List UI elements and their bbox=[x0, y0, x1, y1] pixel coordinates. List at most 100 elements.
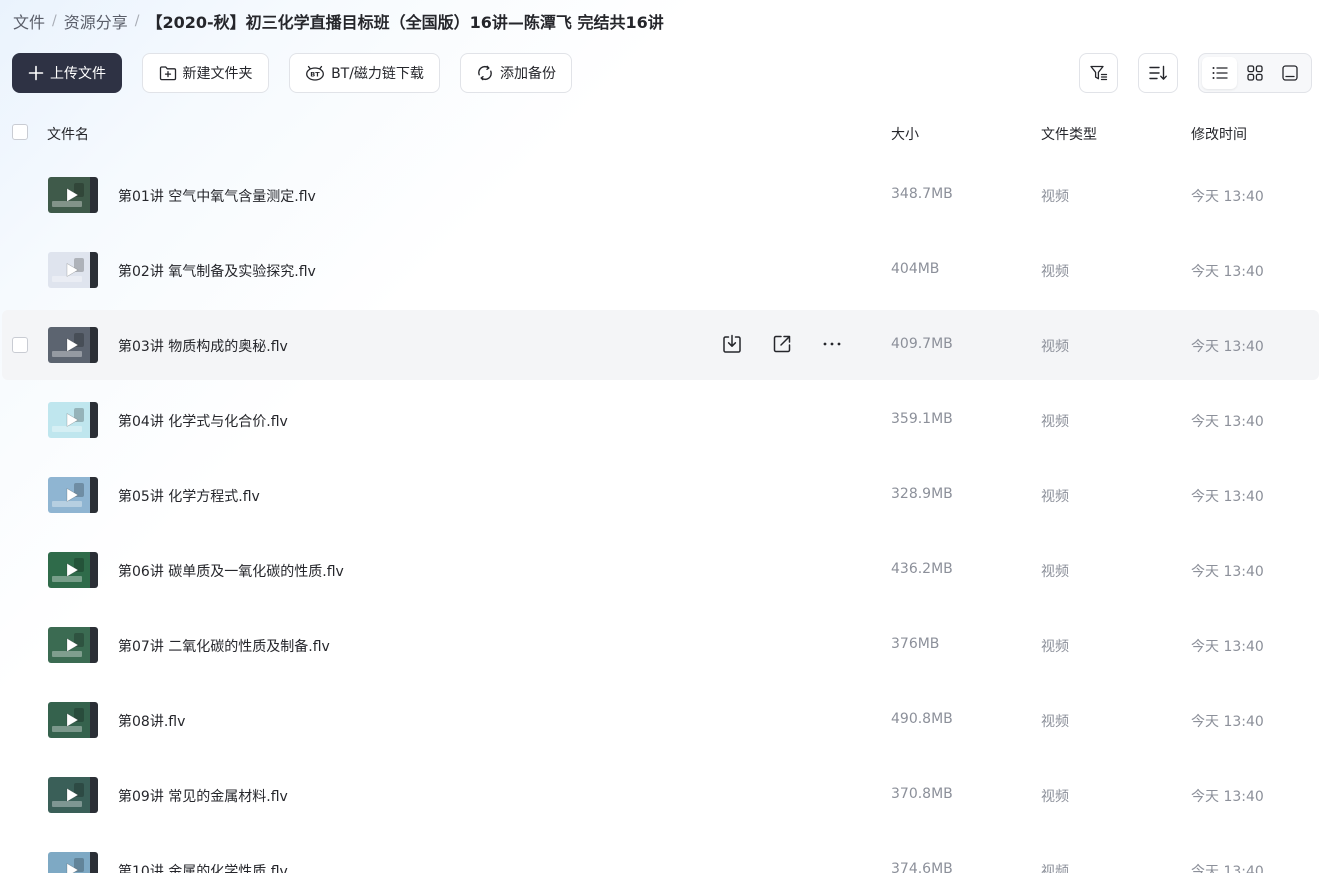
select-all-checkbox[interactable] bbox=[12, 124, 28, 140]
play-icon bbox=[62, 486, 82, 504]
file-row[interactable]: 第03讲 物质构成的奥秘.flv 409.7MB 视频 今天 13:40 bbox=[0, 308, 1319, 383]
svg-text:BT: BT bbox=[310, 71, 320, 79]
file-row[interactable]: 第08讲.flv 490.8MB 视频 今天 13:40 bbox=[0, 683, 1319, 758]
sync-icon bbox=[478, 65, 492, 81]
more-icon bbox=[823, 342, 841, 346]
file-name[interactable]: 第01讲 空气中氧气含量测定.flv bbox=[118, 186, 316, 206]
file-modified-time: 今天 13:40 bbox=[1191, 564, 1264, 580]
video-thumbnail[interactable] bbox=[48, 552, 98, 588]
file-table-header: 文件名 大小 文件类型 修改时间 bbox=[0, 116, 1319, 150]
file-name[interactable]: 第02讲 氧气制备及实验探究.flv bbox=[118, 261, 316, 281]
file-type: 视频 bbox=[1041, 264, 1069, 280]
file-name[interactable]: 第07讲 二氧化碳的性质及制备.flv bbox=[118, 636, 330, 656]
download-button[interactable] bbox=[720, 332, 744, 356]
video-thumbnail[interactable] bbox=[48, 702, 98, 738]
plus-icon bbox=[28, 65, 44, 81]
file-row[interactable]: 第09讲 常见的金属材料.flv 370.8MB 视频 今天 13:40 bbox=[0, 758, 1319, 833]
file-size: 359.1MB bbox=[891, 411, 953, 427]
file-row[interactable]: 第05讲 化学方程式.flv 328.9MB 视频 今天 13:40 bbox=[0, 458, 1319, 533]
file-modified-time: 今天 13:40 bbox=[1191, 414, 1264, 430]
column-header-modified[interactable]: 修改时间 bbox=[1191, 124, 1247, 144]
thumbnail-sidebar bbox=[90, 852, 98, 873]
file-name[interactable]: 第10讲 金属的化学性质.flv bbox=[118, 861, 288, 873]
file-size: 404MB bbox=[891, 261, 940, 277]
view-mode-switch bbox=[1198, 53, 1312, 93]
file-type: 视频 bbox=[1041, 639, 1069, 655]
video-thumbnail[interactable] bbox=[48, 777, 98, 813]
file-name[interactable]: 第05讲 化学方程式.flv bbox=[118, 486, 260, 506]
file-type: 视频 bbox=[1041, 339, 1069, 355]
filter-button[interactable] bbox=[1079, 53, 1118, 93]
new-folder-button[interactable]: 新建文件夹 bbox=[142, 53, 269, 93]
sort-button[interactable] bbox=[1138, 53, 1178, 93]
play-icon bbox=[62, 561, 82, 579]
video-thumbnail[interactable] bbox=[48, 177, 98, 213]
breadcrumb-separator: / bbox=[134, 13, 140, 29]
row-checkbox[interactable] bbox=[12, 337, 28, 353]
list-view-icon bbox=[1212, 67, 1228, 79]
breadcrumb-separator: / bbox=[52, 13, 57, 29]
column-header-type[interactable]: 文件类型 bbox=[1041, 124, 1097, 144]
file-row[interactable]: 第02讲 氧气制备及实验探究.flv 404MB 视频 今天 13:40 bbox=[0, 233, 1319, 308]
file-name[interactable]: 第04讲 化学式与化合价.flv bbox=[118, 411, 288, 431]
preview-view-option[interactable] bbox=[1273, 57, 1308, 89]
play-icon bbox=[62, 861, 82, 873]
file-size: 376MB bbox=[891, 636, 940, 652]
file-type: 视频 bbox=[1041, 414, 1069, 430]
preview-view-icon bbox=[1282, 65, 1298, 81]
file-type: 视频 bbox=[1041, 714, 1069, 730]
filter-icon bbox=[1089, 65, 1107, 81]
file-modified-time: 今天 13:40 bbox=[1191, 789, 1264, 805]
file-size: 328.9MB bbox=[891, 486, 953, 502]
thumbnail-sidebar bbox=[90, 552, 98, 588]
thumbnail-sidebar bbox=[90, 477, 98, 513]
breadcrumb-item-files[interactable]: 文件 bbox=[13, 9, 45, 33]
add-backup-label: 添加备份 bbox=[500, 66, 556, 82]
file-name[interactable]: 第03讲 物质构成的奥秘.flv bbox=[118, 336, 288, 356]
folder-plus-icon bbox=[159, 66, 176, 81]
breadcrumb-item-shared[interactable]: 资源分享 bbox=[64, 9, 128, 33]
file-size: 409.7MB bbox=[891, 336, 953, 352]
bt-icon: BT bbox=[306, 65, 325, 81]
file-row[interactable]: 第01讲 空气中氧气含量测定.flv 348.7MB 视频 今天 13:40 bbox=[0, 158, 1319, 233]
video-thumbnail[interactable] bbox=[48, 252, 98, 288]
more-options-button[interactable] bbox=[820, 332, 844, 356]
file-type: 视频 bbox=[1041, 564, 1069, 580]
video-thumbnail[interactable] bbox=[48, 402, 98, 438]
video-thumbnail[interactable] bbox=[48, 327, 98, 363]
play-icon bbox=[62, 411, 82, 429]
column-header-name[interactable]: 文件名 bbox=[47, 124, 89, 144]
breadcrumb: 文件 / 资源分享 / 【2020-秋】初三化学直播目标班（全国版）16讲—陈潭… bbox=[13, 8, 664, 34]
share-button[interactable] bbox=[770, 332, 794, 356]
file-list: 第01讲 空气中氧气含量测定.flv 348.7MB 视频 今天 13:40 第02讲 … bbox=[0, 158, 1319, 873]
video-thumbnail[interactable] bbox=[48, 852, 98, 873]
file-row[interactable]: 第06讲 碳单质及一氧化碳的性质.flv 436.2MB 视频 今天 13:40 bbox=[0, 533, 1319, 608]
file-name[interactable]: 第09讲 常见的金属材料.flv bbox=[118, 786, 288, 806]
new-folder-label: 新建文件夹 bbox=[182, 66, 253, 82]
grid-view-option[interactable] bbox=[1237, 57, 1272, 89]
file-size: 436.2MB bbox=[891, 561, 953, 577]
play-icon bbox=[62, 261, 82, 279]
file-name[interactable]: 第08讲.flv bbox=[118, 711, 185, 731]
download-icon bbox=[723, 334, 741, 353]
file-modified-time: 今天 13:40 bbox=[1191, 189, 1264, 205]
file-modified-time: 今天 13:40 bbox=[1191, 714, 1264, 730]
row-actions bbox=[720, 332, 870, 356]
sort-icon bbox=[1149, 65, 1167, 80]
upload-file-button[interactable]: 上传文件 bbox=[12, 53, 122, 93]
bt-magnet-download-button[interactable]: BT BT/磁力链下载 bbox=[289, 53, 440, 93]
file-modified-time: 今天 13:40 bbox=[1191, 489, 1264, 505]
add-backup-button[interactable]: 添加备份 bbox=[460, 53, 572, 93]
file-type: 视频 bbox=[1041, 789, 1069, 805]
file-row[interactable]: 第10讲 金属的化学性质.flv 374.6MB 视频 今天 13:40 bbox=[0, 833, 1319, 873]
file-name[interactable]: 第06讲 碳单质及一氧化碳的性质.flv bbox=[118, 561, 344, 581]
list-view-option[interactable] bbox=[1202, 57, 1238, 89]
file-modified-time: 今天 13:40 bbox=[1191, 864, 1264, 873]
thumbnail-sidebar bbox=[90, 402, 98, 438]
video-thumbnail[interactable] bbox=[48, 477, 98, 513]
file-row[interactable]: 第04讲 化学式与化合价.flv 359.1MB 视频 今天 13:40 bbox=[0, 383, 1319, 458]
file-row[interactable]: 第07讲 二氧化碳的性质及制备.flv 376MB 视频 今天 13:40 bbox=[0, 608, 1319, 683]
breadcrumb-current-folder: 【2020-秋】初三化学直播目标班（全国版）16讲—陈潭飞 完结共16讲 bbox=[146, 13, 664, 32]
column-header-size[interactable]: 大小 bbox=[891, 124, 919, 144]
video-thumbnail[interactable] bbox=[48, 627, 98, 663]
